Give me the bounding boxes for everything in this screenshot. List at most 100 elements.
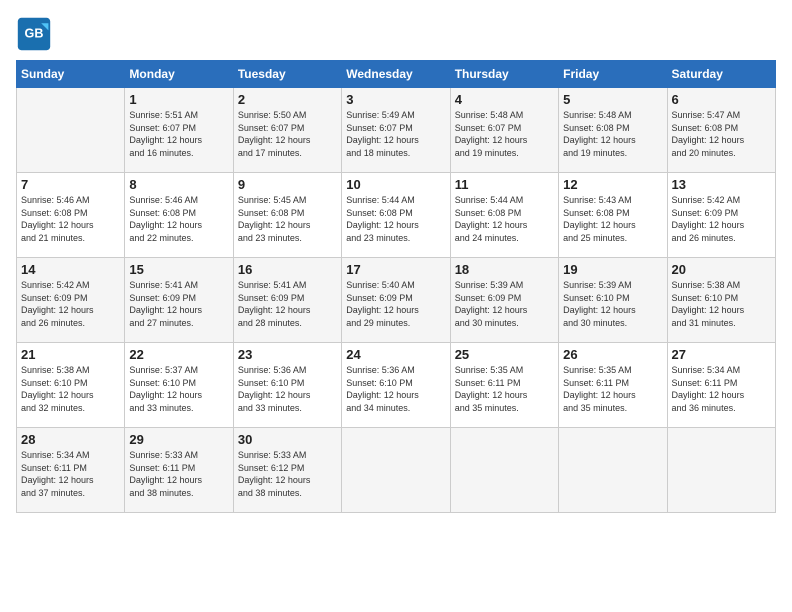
week-row-4: 28Sunrise: 5:34 AM Sunset: 6:11 PM Dayli… (17, 428, 776, 513)
calendar-cell: 5 Sunrise: 5:48 AM Sunset: 6:08 PM Daylig… (559, 88, 667, 173)
calendar-cell: 17 Sunrise: 5:40 AM Sunset: 6:09 PM Dayli… (342, 258, 450, 343)
calendar-cell: 11 Sunrise: 5:44 AM Sunset: 6:08 PM Dayli… (450, 173, 558, 258)
day-info: Sunrise: 5:45 AM Sunset: 6:08 PM Dayligh… (238, 194, 337, 244)
day-number: 14 (21, 262, 120, 277)
week-row-1: 7 Sunrise: 5:46 AM Sunset: 6:08 PM Daylig… (17, 173, 776, 258)
calendar-table: SundayMondayTuesdayWednesdayThursdayFrid… (16, 60, 776, 513)
day-info: Sunrise: 5:34 AM Sunset: 6:11 PM Dayligh… (672, 364, 771, 414)
day-number: 16 (238, 262, 337, 277)
calendar-cell: 28Sunrise: 5:34 AM Sunset: 6:11 PM Dayli… (17, 428, 125, 513)
calendar-cell: 2Sunrise: 5:50 AM Sunset: 6:07 PM Daylig… (233, 88, 341, 173)
day-info: Sunrise: 5:46 AM Sunset: 6:08 PM Dayligh… (129, 194, 228, 244)
calendar-cell: 13 Sunrise: 5:42 AM Sunset: 6:09 PM Dayli… (667, 173, 775, 258)
header-cell-tuesday: Tuesday (233, 61, 341, 88)
day-number: 30 (238, 432, 337, 447)
day-info: Sunrise: 5:40 AM Sunset: 6:09 PM Dayligh… (346, 279, 445, 329)
day-info: Sunrise: 5:49 AM Sunset: 6:07 PM Dayligh… (346, 109, 445, 159)
day-number: 2 (238, 92, 337, 107)
day-info: Sunrise: 5:33 AM Sunset: 6:12 PM Dayligh… (238, 449, 337, 499)
day-number: 21 (21, 347, 120, 362)
calendar-cell: 8 Sunrise: 5:46 AM Sunset: 6:08 PM Daylig… (125, 173, 233, 258)
day-info: Sunrise: 5:39 AM Sunset: 6:09 PM Dayligh… (455, 279, 554, 329)
day-info: Sunrise: 5:35 AM Sunset: 6:11 PM Dayligh… (563, 364, 662, 414)
day-number: 4 (455, 92, 554, 107)
day-number: 9 (238, 177, 337, 192)
day-number: 5 (563, 92, 662, 107)
calendar-cell (17, 88, 125, 173)
day-info: Sunrise: 5:35 AM Sunset: 6:11 PM Dayligh… (455, 364, 554, 414)
day-number: 15 (129, 262, 228, 277)
day-number: 17 (346, 262, 445, 277)
day-info: Sunrise: 5:48 AM Sunset: 6:07 PM Dayligh… (455, 109, 554, 159)
svg-text:GB: GB (25, 27, 44, 41)
calendar-cell: 18 Sunrise: 5:39 AM Sunset: 6:09 PM Dayli… (450, 258, 558, 343)
calendar-cell: 7 Sunrise: 5:46 AM Sunset: 6:08 PM Daylig… (17, 173, 125, 258)
day-number: 26 (563, 347, 662, 362)
calendar-cell: 3 Sunrise: 5:49 AM Sunset: 6:07 PM Daylig… (342, 88, 450, 173)
day-info: Sunrise: 5:44 AM Sunset: 6:08 PM Dayligh… (455, 194, 554, 244)
day-info: Sunrise: 5:42 AM Sunset: 6:09 PM Dayligh… (672, 194, 771, 244)
day-number: 22 (129, 347, 228, 362)
day-info: Sunrise: 5:47 AM Sunset: 6:08 PM Dayligh… (672, 109, 771, 159)
day-number: 19 (563, 262, 662, 277)
calendar-cell: 21 Sunrise: 5:38 AM Sunset: 6:10 PM Dayli… (17, 343, 125, 428)
calendar-cell (667, 428, 775, 513)
calendar-cell: 24 Sunrise: 5:36 AM Sunset: 6:10 PM Dayli… (342, 343, 450, 428)
day-info: Sunrise: 5:41 AM Sunset: 6:09 PM Dayligh… (129, 279, 228, 329)
day-info: Sunrise: 5:51 AM Sunset: 6:07 PM Dayligh… (129, 109, 228, 159)
day-number: 11 (455, 177, 554, 192)
calendar-cell: 9 Sunrise: 5:45 AM Sunset: 6:08 PM Daylig… (233, 173, 341, 258)
header-row: SundayMondayTuesdayWednesdayThursdayFrid… (17, 61, 776, 88)
calendar-cell (559, 428, 667, 513)
day-info: Sunrise: 5:38 AM Sunset: 6:10 PM Dayligh… (21, 364, 120, 414)
calendar-cell: 12Sunrise: 5:43 AM Sunset: 6:08 PM Dayli… (559, 173, 667, 258)
week-row-2: 14 Sunrise: 5:42 AM Sunset: 6:09 PM Dayli… (17, 258, 776, 343)
day-info: Sunrise: 5:48 AM Sunset: 6:08 PM Dayligh… (563, 109, 662, 159)
header-cell-thursday: Thursday (450, 61, 558, 88)
day-number: 1 (129, 92, 228, 107)
calendar-cell: 10 Sunrise: 5:44 AM Sunset: 6:08 PM Dayli… (342, 173, 450, 258)
day-number: 13 (672, 177, 771, 192)
calendar-cell: 14 Sunrise: 5:42 AM Sunset: 6:09 PM Dayli… (17, 258, 125, 343)
day-number: 20 (672, 262, 771, 277)
day-number: 29 (129, 432, 228, 447)
day-number: 8 (129, 177, 228, 192)
calendar-cell: 20 Sunrise: 5:38 AM Sunset: 6:10 PM Dayli… (667, 258, 775, 343)
week-row-0: 1 Sunrise: 5:51 AM Sunset: 6:07 PM Daylig… (17, 88, 776, 173)
calendar-cell: 4 Sunrise: 5:48 AM Sunset: 6:07 PM Daylig… (450, 88, 558, 173)
day-info: Sunrise: 5:37 AM Sunset: 6:10 PM Dayligh… (129, 364, 228, 414)
calendar-cell: 25 Sunrise: 5:35 AM Sunset: 6:11 PM Dayli… (450, 343, 558, 428)
day-number: 23 (238, 347, 337, 362)
header-cell-friday: Friday (559, 61, 667, 88)
day-number: 24 (346, 347, 445, 362)
day-number: 7 (21, 177, 120, 192)
week-row-3: 21 Sunrise: 5:38 AM Sunset: 6:10 PM Dayli… (17, 343, 776, 428)
header-cell-saturday: Saturday (667, 61, 775, 88)
header-cell-monday: Monday (125, 61, 233, 88)
day-info: Sunrise: 5:38 AM Sunset: 6:10 PM Dayligh… (672, 279, 771, 329)
day-info: Sunrise: 5:39 AM Sunset: 6:10 PM Dayligh… (563, 279, 662, 329)
day-number: 25 (455, 347, 554, 362)
day-number: 10 (346, 177, 445, 192)
header-cell-wednesday: Wednesday (342, 61, 450, 88)
calendar-cell: 29Sunrise: 5:33 AM Sunset: 6:11 PM Dayli… (125, 428, 233, 513)
day-number: 3 (346, 92, 445, 107)
calendar-cell: 15 Sunrise: 5:41 AM Sunset: 6:09 PM Dayli… (125, 258, 233, 343)
calendar-cell (450, 428, 558, 513)
calendar-cell: 30 Sunrise: 5:33 AM Sunset: 6:12 PM Dayli… (233, 428, 341, 513)
calendar-cell: 1 Sunrise: 5:51 AM Sunset: 6:07 PM Daylig… (125, 88, 233, 173)
day-number: 18 (455, 262, 554, 277)
day-number: 27 (672, 347, 771, 362)
day-number: 6 (672, 92, 771, 107)
header: GB (16, 16, 776, 52)
day-info: Sunrise: 5:44 AM Sunset: 6:08 PM Dayligh… (346, 194, 445, 244)
day-info: Sunrise: 5:34 AM Sunset: 6:11 PM Dayligh… (21, 449, 120, 499)
day-info: Sunrise: 5:43 AM Sunset: 6:08 PM Dayligh… (563, 194, 662, 244)
calendar-cell: 6 Sunrise: 5:47 AM Sunset: 6:08 PM Daylig… (667, 88, 775, 173)
day-info: Sunrise: 5:36 AM Sunset: 6:10 PM Dayligh… (346, 364, 445, 414)
day-info: Sunrise: 5:42 AM Sunset: 6:09 PM Dayligh… (21, 279, 120, 329)
day-info: Sunrise: 5:41 AM Sunset: 6:09 PM Dayligh… (238, 279, 337, 329)
calendar-cell: 16 Sunrise: 5:41 AM Sunset: 6:09 PM Dayli… (233, 258, 341, 343)
day-info: Sunrise: 5:46 AM Sunset: 6:08 PM Dayligh… (21, 194, 120, 244)
calendar-cell: 27 Sunrise: 5:34 AM Sunset: 6:11 PM Dayli… (667, 343, 775, 428)
